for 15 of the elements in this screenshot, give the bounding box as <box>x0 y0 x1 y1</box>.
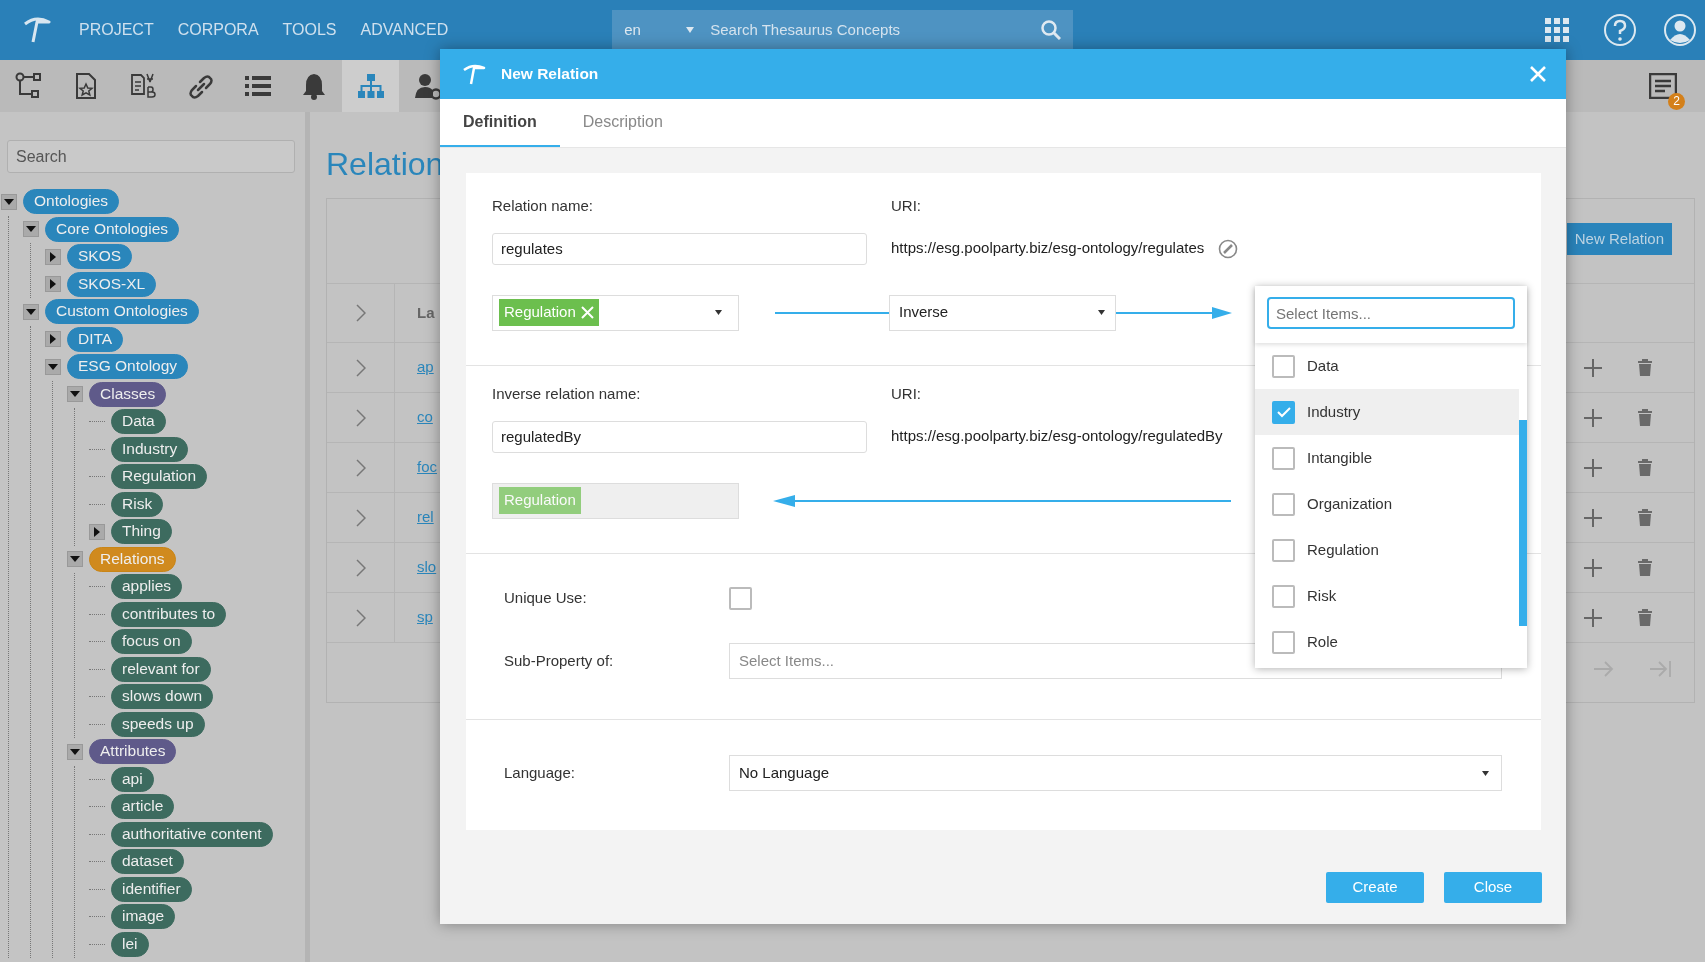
field-label: URI: <box>891 384 921 404</box>
tag-label: Regulation <box>504 302 576 323</box>
uri-text: https://esg.poolparty.biz/esg-ontology/regulatedBy <box>891 426 1223 447</box>
column-header: La <box>417 302 435 323</box>
field-label: Sub-Property of: <box>504 650 615 671</box>
dialog-title: New Relation <box>501 64 600 85</box>
page-title: Relation <box>326 145 444 184</box>
field-label: Unique Use: <box>504 588 588 609</box>
uri-text: https://esg.poolparty.biz/esg-ontology/regulates <box>891 238 1205 259</box>
notification-badge: 2 <box>1668 93 1685 110</box>
field-label: Relation name: <box>492 196 594 216</box>
tag-label: Regulation <box>504 490 576 511</box>
field-label: Language: <box>504 762 576 783</box>
field-label: URI: <box>891 196 921 216</box>
field-label: Inverse relation name: <box>492 384 642 404</box>
